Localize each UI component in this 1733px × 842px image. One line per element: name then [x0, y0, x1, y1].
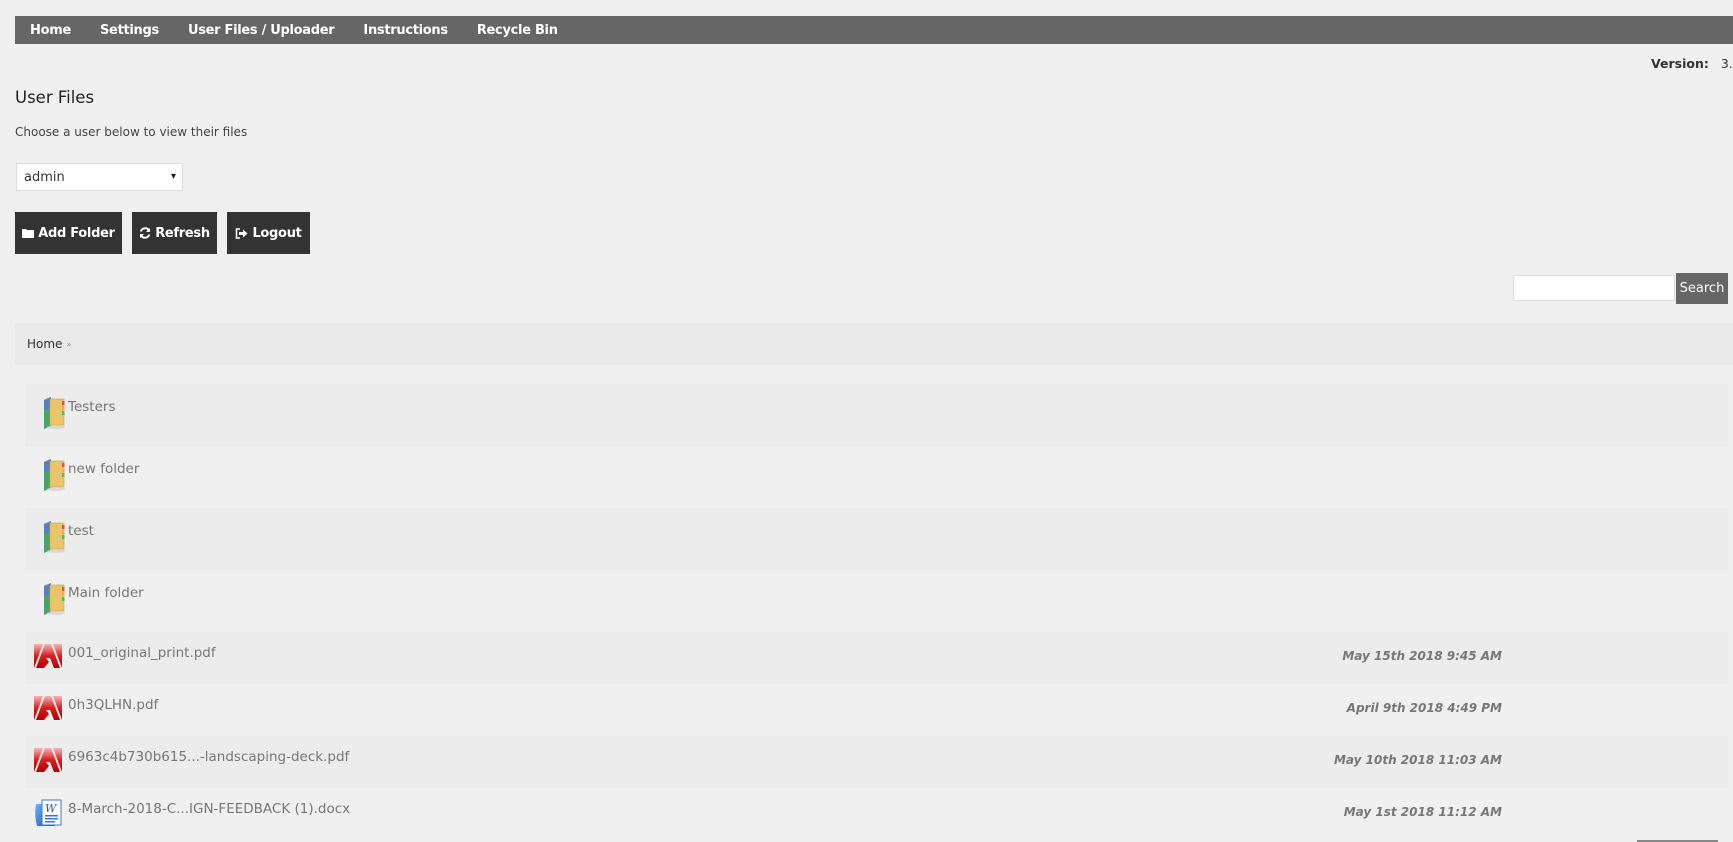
refresh-label: Refresh	[155, 225, 210, 241]
add-folder-label: Add Folder	[38, 225, 115, 241]
pdf-icon	[33, 642, 63, 676]
refresh-button[interactable]: Refresh	[132, 212, 217, 254]
svg-text:W: W	[45, 802, 58, 815]
file-date: May 15th 2018 9:45 AM	[1342, 649, 1502, 663]
version-label: Version:	[1651, 56, 1709, 71]
file-date: April 9th 2018 4:49 PM	[1346, 701, 1502, 715]
folder-icon	[43, 582, 67, 616]
breadcrumb-separator: »	[66, 339, 72, 349]
file-row[interactable]: 6963c4b730b615...-landscaping-deck.pdf M…	[25, 736, 1728, 788]
nav-home[interactable]: Home	[15, 23, 85, 38]
logout-label: Logout	[252, 225, 302, 241]
user-select-dropdown[interactable]: admin ▾	[16, 163, 183, 191]
folder-icon	[22, 228, 35, 238]
folder-row[interactable]: Main folder	[25, 570, 1728, 632]
folder-icon	[43, 396, 67, 430]
file-date: May 1st 2018 11:12 AM	[1343, 805, 1502, 819]
nav-settings[interactable]: Settings	[85, 23, 173, 38]
search-input[interactable]	[1513, 275, 1675, 301]
version-info: Version: 3.0.0	[1651, 56, 1733, 71]
file-row[interactable]: W 8-March-2018-C...IGN-FEEDBACK (1).docx…	[25, 788, 1728, 840]
pdf-icon	[33, 694, 63, 728]
pdf-icon	[33, 746, 63, 780]
version-value: 3.0.0	[1720, 56, 1733, 71]
breadcrumb-home[interactable]: Home	[27, 337, 62, 351]
folder-row[interactable]: new folder	[25, 446, 1728, 508]
file-name[interactable]: 0h3QLHN.pdf	[68, 697, 158, 713]
nav-user-files-uploader[interactable]: User Files / Uploader	[173, 23, 348, 38]
page-title: User Files	[15, 88, 95, 107]
refresh-icon	[139, 227, 151, 239]
folder-name[interactable]: new folder	[68, 461, 139, 477]
top-navbar: Home Settings User Files / Uploader Inst…	[15, 16, 1733, 44]
folder-row[interactable]: test	[25, 508, 1728, 570]
nav-instructions[interactable]: Instructions	[349, 23, 462, 38]
folder-name[interactable]: Main folder	[68, 585, 144, 601]
logout-icon	[235, 227, 248, 239]
breadcrumb: Home »	[15, 323, 1733, 365]
file-list: Testers new folder test Main folder 001_…	[25, 384, 1728, 840]
folder-icon	[43, 520, 67, 554]
file-row[interactable]: 0h3QLHN.pdf April 9th 2018 4:49 PM	[25, 684, 1728, 736]
word-icon: W	[33, 798, 63, 832]
file-name[interactable]: 6963c4b730b615...-landscaping-deck.pdf	[68, 749, 349, 765]
logout-button[interactable]: Logout	[227, 212, 310, 254]
add-folder-button[interactable]: Add Folder	[15, 212, 122, 254]
folder-name[interactable]: test	[68, 523, 94, 539]
chevron-down-icon: ▾	[170, 171, 176, 182]
file-row[interactable]: 001_original_print.pdf May 15th 2018 9:4…	[25, 632, 1728, 684]
folder-name[interactable]: Testers	[68, 399, 115, 415]
file-date: May 10th 2018 11:03 AM	[1333, 753, 1502, 767]
folder-icon	[43, 458, 67, 492]
nav-recycle-bin[interactable]: Recycle Bin	[462, 23, 572, 38]
search-button[interactable]: Search	[1676, 273, 1728, 304]
page-subtitle: Choose a user below to view their files	[15, 125, 248, 139]
file-name[interactable]: 8-March-2018-C...IGN-FEEDBACK (1).docx	[68, 801, 350, 817]
file-name[interactable]: 001_original_print.pdf	[68, 645, 216, 661]
folder-row[interactable]: Testers	[25, 384, 1728, 446]
user-select-value: admin	[24, 169, 65, 185]
